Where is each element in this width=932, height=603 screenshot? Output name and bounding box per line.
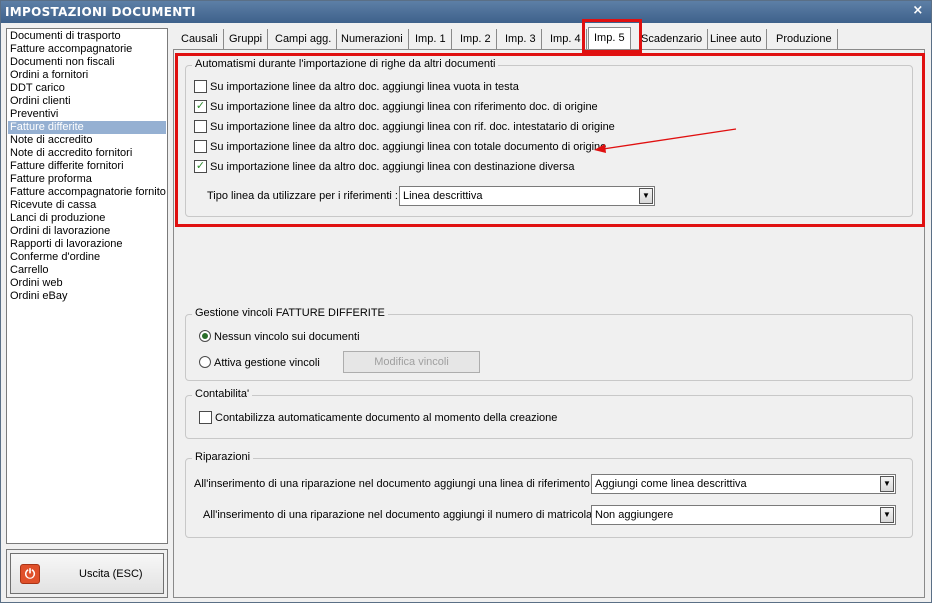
list-item[interactable]: Fatture differite fornitori [8,160,166,173]
radio-label: Nessun vincolo sui documenti [214,331,360,343]
list-item[interactable]: Ordini eBay [8,290,166,303]
option-label: Contabilizza automaticamente documento a… [215,412,558,424]
checkbox-linea-vuota[interactable] [194,79,207,93]
tab-imp-3[interactable]: Imp. 3 [500,29,542,49]
option-riferimento-doc[interactable]: ✓ Su importazione linee da altro doc. agg… [194,99,598,115]
list-item[interactable]: Fatture accompagnatorie [8,43,166,56]
tipo-linea-value: Linea descrittiva [403,190,483,202]
tab-imp-5[interactable]: Imp. 5 [588,27,631,49]
document-type-list[interactable]: Documenti di trasporto Fatture accompagna… [6,28,168,544]
contabilita-title: Contabilita' [192,388,253,400]
radio-nessun-vincolo[interactable]: Nessun vincolo sui documenti [199,329,360,345]
option-destinazione-diversa[interactable]: ✓ Su importazione linee da altro doc. agg… [194,159,574,175]
riparazione-matricola-value: Non aggiungere [595,509,674,521]
list-item[interactable]: Documenti di trasporto [8,30,166,43]
radio-label: Attiva gestione vincoli [214,357,320,369]
radio-nessun-vincolo-dot[interactable] [199,330,211,343]
option-label: Su importazione linee da altro doc. aggi… [210,161,575,173]
list-item[interactable]: Ordini a fornitori [8,69,166,82]
list-item[interactable]: Ordini web [8,277,166,290]
riparazione-riferimento-value: Aggiungi come linea descrittiva [595,478,747,490]
tab-scadenzario[interactable]: Scadenzario [636,29,709,49]
option-contabilizza[interactable]: Contabilizza automaticamente documento a… [199,410,557,426]
riparazione-matricola-label: All'inserimento di una riparazione nel d… [203,509,599,521]
tab-strip: Causali Gruppi Campi agg. Numerazioni Im… [176,27,926,49]
radio-attiva-vincoli-dot[interactable] [199,356,211,369]
vincoli-title: Gestione vincoli FATTURE DIFFERITE [192,307,388,319]
checkbox-totale-documento[interactable] [194,139,207,153]
tab-gruppi[interactable]: Gruppi [224,29,269,49]
list-item[interactable]: Lanci di produzione [8,212,166,225]
list-item[interactable]: Fatture differite [8,121,166,134]
list-item[interactable]: Ricevute di cassa [8,199,166,212]
title-bar: IMPOSTAZIONI DOCUMENTI × [1,1,931,23]
tab-linee-auto[interactable]: Linee auto [705,29,768,49]
tab-imp-2[interactable]: Imp. 2 [455,29,497,49]
list-item[interactable]: Note di accredito fornitori [8,147,166,160]
list-item[interactable]: DDT carico [8,82,166,95]
close-icon[interactable]: × [911,4,925,18]
modifica-vincoli-button: Modifica vincoli [343,351,480,373]
riparazioni-group: Riparazioni [185,451,913,538]
riparazione-matricola-select[interactable]: Non aggiungere ▼ [591,505,896,525]
option-totale-documento[interactable]: Su importazione linee da altro doc. aggi… [194,139,606,155]
chevron-down-icon[interactable]: ▼ [880,507,894,523]
checkbox-contabilizza[interactable] [199,410,212,424]
list-item[interactable]: Ordini clienti [8,95,166,108]
exit-button[interactable]: ⏻ Uscita (ESC) [10,553,164,594]
chevron-down-icon[interactable]: ▼ [880,476,894,492]
tab-causali[interactable]: Causali [176,29,224,49]
tipo-linea-select[interactable]: Linea descrittiva ▼ [399,186,655,206]
radio-attiva-vincoli[interactable]: Attiva gestione vincoli [199,355,320,371]
option-label: Su importazione linee da altro doc. aggi… [210,101,598,113]
chevron-down-icon[interactable]: ▼ [639,188,653,204]
list-item[interactable]: Fatture accompagnatorie fornito [8,186,166,199]
exit-label: Uscita (ESC) [79,568,143,580]
list-item[interactable]: Note di accredito [8,134,166,147]
settings-window: IMPOSTAZIONI DOCUMENTI × Documenti di tr… [0,0,932,603]
option-label: Su importazione linee da altro doc. aggi… [210,121,615,133]
option-linea-vuota[interactable]: Su importazione linee da altro doc. aggi… [194,79,519,95]
tab-numerazioni[interactable]: Numerazioni [336,29,409,49]
automatismi-title: Automatismi durante l'importazione di ri… [192,58,499,70]
list-item[interactable]: Ordini di lavorazione [8,225,166,238]
annotation-arrow-icon [594,128,737,153]
tab-campi-agg[interactable]: Campi agg. [270,29,338,49]
tab-produzione[interactable]: Produzione [771,29,838,49]
list-item[interactable]: Fatture proforma [8,173,166,186]
list-item[interactable]: Documenti non fiscali [8,56,166,69]
option-label: Su importazione linee da altro doc. aggi… [210,81,519,93]
checkbox-riferimento-doc[interactable]: ✓ [194,99,207,113]
power-icon: ⏻ [20,564,40,584]
list-item[interactable]: Rapporti di lavorazione [8,238,166,251]
list-item[interactable]: Preventivi [8,108,166,121]
option-rif-intestatario[interactable]: Su importazione linee da altro doc. aggi… [194,119,615,135]
window-title: IMPOSTAZIONI DOCUMENTI [5,5,196,19]
option-label: Su importazione linee da altro doc. aggi… [210,141,607,153]
tipo-linea-label: Tipo linea da utilizzare per i riferimen… [207,190,398,202]
list-item[interactable]: Conferme d'ordine [8,251,166,264]
checkbox-rif-intestatario[interactable] [194,119,207,133]
riparazione-riferimento-select[interactable]: Aggiungi come linea descrittiva ▼ [591,474,896,494]
tab-imp-4[interactable]: Imp. 4 [545,29,587,49]
tab-imp-1[interactable]: Imp. 1 [410,29,452,49]
checkbox-destinazione-diversa[interactable]: ✓ [194,159,207,173]
riparazioni-title: Riparazioni [192,451,254,463]
list-item[interactable]: Carrello [8,264,166,277]
exit-panel: ⏻ Uscita (ESC) [6,549,168,598]
riparazione-riferimento-label: All'inserimento di una riparazione nel d… [194,478,597,490]
